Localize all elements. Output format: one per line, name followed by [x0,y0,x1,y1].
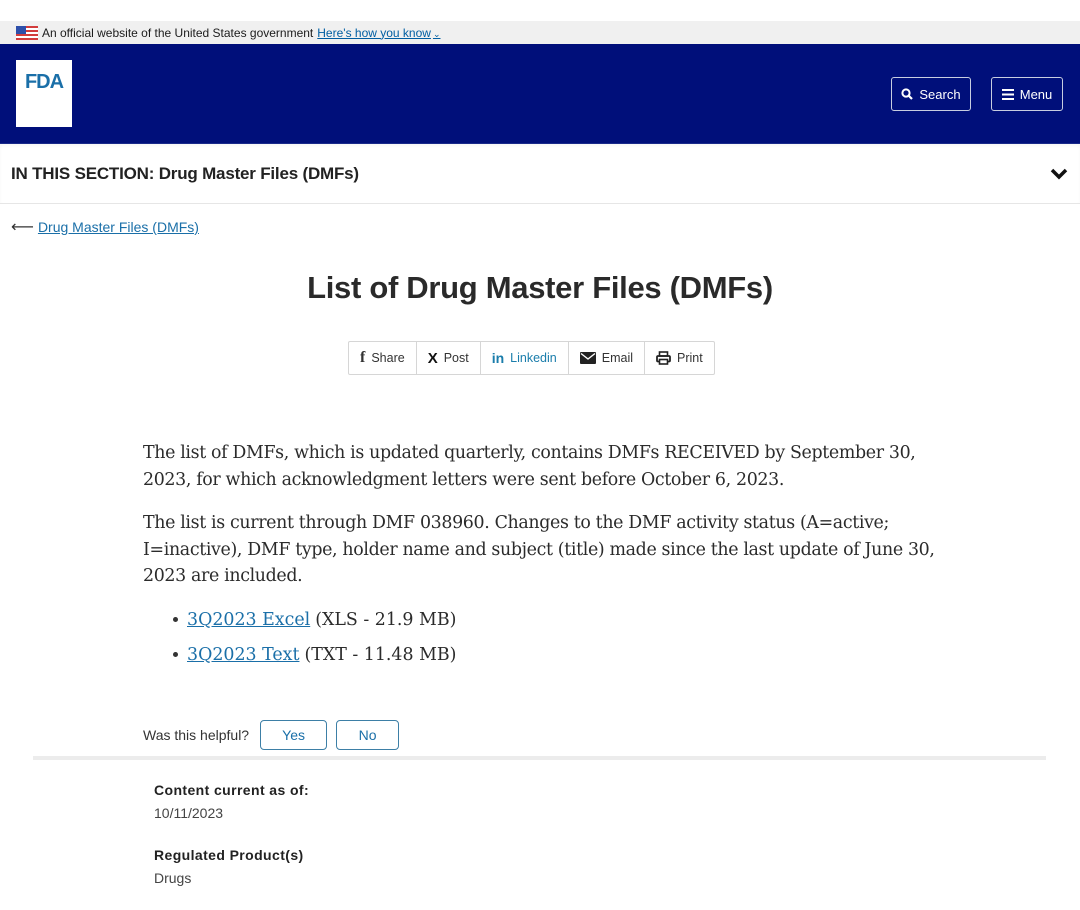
list-item: 3Q2023 Text (TXT - 11.48 MB) [173,642,943,669]
x-icon: X [427,349,438,367]
search-icon [901,88,914,100]
regulated-products-value: Drugs [154,870,192,886]
menu-label: Menu [1019,86,1053,102]
feedback-question: Was this helpful? [143,727,250,743]
regulated-products-block: Regulated Product(s) Drugs [154,847,304,886]
top-gap [0,0,1080,21]
content-current-label: Content current as of: [154,782,310,798]
breadcrumb: ⟵ Drug Master Files (DMFs) [11,217,199,237]
fda-logo-text: FDA [24,71,64,93]
share-print-button[interactable]: Print [645,342,714,374]
divider [33,756,1046,760]
excel-download-link[interactable]: 3Q2023 Excel [187,607,310,634]
share-email-button[interactable]: Email [569,342,646,374]
download-list: 3Q2023 Excel (XLS - 21.9 MB) 3Q2023 Text… [173,607,943,669]
heres-how-you-know-label: Here's how you know [317,25,431,40]
content-current-block: Content current as of: 10/11/2023 [154,782,309,821]
file-info: (TXT - 11.48 MB) [304,644,457,665]
arrow-left-icon: ⟵ [11,219,34,236]
bullet [173,617,178,623]
bullet [173,652,178,658]
share-label: Share [371,351,405,365]
main-content: The list of DMFs, which is updated quart… [143,440,943,677]
feedback-widget: Was this helpful? Yes No [143,720,400,750]
back-to-dmfs-link[interactable]: Drug Master Files (DMFs) [38,219,199,235]
gov-banner-text: An official website of the United States… [42,25,314,40]
share-linkedin-button[interactable]: in Linkedin [481,342,569,374]
status-paragraph: The list is current through DMF 038960. … [143,513,935,586]
email-label: Email [601,351,634,365]
post-label: Post [443,351,469,365]
section-nav-toggle[interactable]: IN THIS SECTION: Drug Master Files (DMFs… [0,144,1080,204]
search-button[interactable]: Search [891,77,971,111]
hamburger-icon [1001,88,1014,100]
linkedin-icon: in [491,350,505,366]
email-icon [579,352,596,364]
linkedin-label: Linkedin [510,351,557,365]
section-title: IN THIS SECTION: Drug Master Files (DMFs… [11,163,359,183]
search-label: Search [919,86,961,102]
intro-paragraph: The list of DMFs, which is updated quart… [143,443,916,490]
list-item: 3Q2023 Excel (XLS - 21.9 MB) [173,607,943,634]
heres-how-you-know-link[interactable]: Here's how you know ⌄ [317,26,440,40]
facebook-icon: f [360,349,366,366]
share-facebook-button[interactable]: f Share [349,342,417,374]
regulated-products-label: Regulated Product(s) [154,847,304,863]
fda-logo[interactable]: FDA [16,60,72,127]
menu-button[interactable]: Menu [991,77,1063,111]
chevron-down-icon: ⌄ [432,28,441,39]
page-title: List of Drug Master Files (DMFs) [307,270,773,305]
print-label: Print [677,351,703,365]
content-current-value: 10/11/2023 [154,805,224,821]
feedback-no-button[interactable]: No [336,720,400,750]
share-x-button[interactable]: X Post [417,342,481,374]
us-flag-icon [16,25,38,40]
print-icon [656,351,671,365]
feedback-yes-button[interactable]: Yes [260,720,328,750]
share-toolbar: f Share X Post in Linkedin Email Print [348,341,715,375]
chevron-down-icon[interactable] [1049,164,1069,184]
site-header: FDA Search Menu [0,44,1080,144]
file-info: (XLS - 21.9 MB) [315,609,457,630]
text-download-link[interactable]: 3Q2023 Text [187,642,299,669]
gov-banner: An official website of the United States… [0,21,1080,44]
